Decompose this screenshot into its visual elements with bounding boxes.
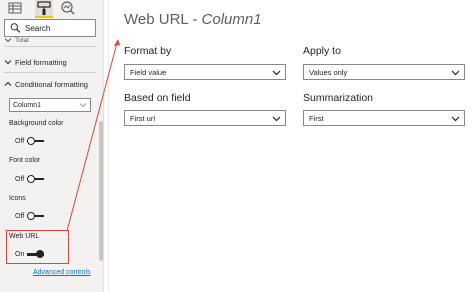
pane-scrollbar[interactable] — [99, 38, 103, 288]
chevron-down-icon — [4, 38, 12, 43]
column-select-value: Column1 — [13, 101, 42, 109]
conditional-formatting-label: Conditional formatting — [15, 79, 88, 89]
font-color-label: Font color — [9, 157, 41, 164]
title-column-name: Column1 — [201, 11, 262, 28]
font-color-toggle[interactable]: Off — [15, 175, 45, 183]
title-text: Web URL - — [124, 11, 202, 28]
chevron-up-icon — [4, 81, 12, 86]
icons-toggle[interactable]: Off — [15, 212, 45, 220]
search-icon — [10, 23, 21, 33]
based-on-field-dropdown[interactable]: First url — [124, 110, 286, 126]
chevron-down-icon — [79, 103, 87, 108]
toggle-switch[interactable] — [27, 175, 45, 183]
toggle-state-label: Off — [15, 137, 25, 145]
advanced-controls-link[interactable]: Advanced controls — [33, 269, 91, 276]
chevron-down-icon — [451, 116, 460, 121]
web-url-highlight-box — [6, 230, 69, 264]
background-color-toggle[interactable]: Off — [15, 137, 45, 145]
divider — [4, 46, 96, 47]
total-section-label: Total — [15, 36, 29, 44]
scrollbar-thumb[interactable] — [99, 121, 103, 261]
chevron-down-icon — [272, 116, 281, 121]
apply-to-label: Apply to — [303, 45, 341, 57]
chevron-down-icon — [4, 60, 12, 65]
toggle-state-label: Off — [15, 175, 25, 183]
page-title: Web URL - Column1 — [124, 11, 262, 28]
format-by-dropdown[interactable]: Field value — [124, 64, 286, 80]
toggle-switch[interactable] — [27, 137, 45, 145]
background-color-label: Background color — [9, 120, 64, 127]
total-section-row-cut-off[interactable]: Total — [4, 36, 29, 44]
format-by-value: Field value — [130, 67, 167, 77]
fields-tab-icon[interactable] — [6, 0, 24, 16]
panel-divider — [108, 0, 109, 292]
apply-to-dropdown[interactable]: Values only — [303, 64, 465, 80]
toggle-state-label: Off — [15, 212, 25, 220]
toggle-switch[interactable] — [27, 212, 45, 220]
search-box[interactable] — [4, 19, 96, 37]
summarization-label: Summarization — [303, 92, 374, 104]
column-select-dropdown[interactable]: Column1 — [9, 98, 91, 112]
apply-to-value: Values only — [309, 67, 348, 77]
divider — [4, 72, 96, 73]
format-paint-roller-tab-icon[interactable] — [35, 0, 53, 18]
field-formatting-label: Field formatting — [15, 57, 67, 67]
field-formatting-section[interactable]: Field formatting — [4, 56, 67, 68]
conditional-formatting-section[interactable]: Conditional formatting — [4, 78, 88, 90]
pane-tabs — [0, 0, 104, 18]
summarization-dropdown[interactable]: First — [303, 110, 465, 126]
based-on-field-value: First url — [130, 113, 155, 123]
format-by-label: Format by — [124, 45, 172, 57]
based-on-field-label: Based on field — [124, 92, 191, 104]
analytics-magnifier-tab-icon[interactable] — [59, 0, 77, 16]
chevron-down-icon — [272, 70, 281, 75]
search-input[interactable] — [25, 23, 95, 33]
chevron-down-icon — [451, 70, 460, 75]
icons-label: Icons — [9, 195, 26, 202]
summarization-value: First — [309, 113, 324, 123]
